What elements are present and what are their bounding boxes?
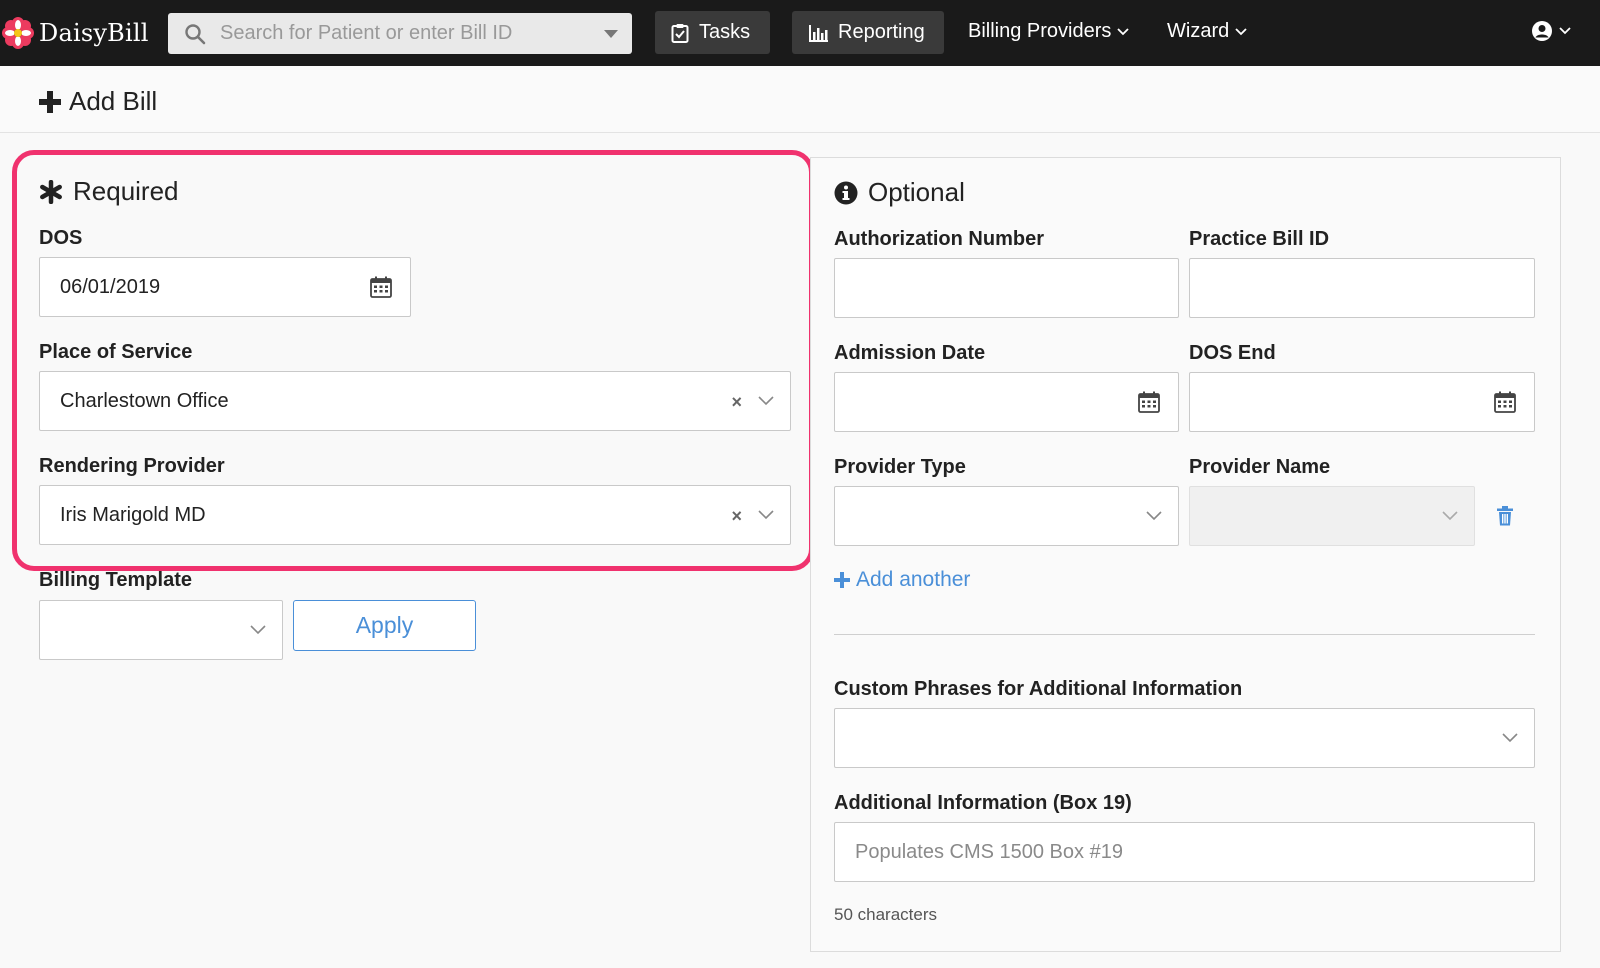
search-icon: [185, 23, 206, 44]
chevron-down-icon[interactable]: [1146, 511, 1162, 521]
reporting-label: Reporting: [838, 21, 925, 43]
chevron-down-icon: [1117, 27, 1130, 35]
provider-type-select[interactable]: [834, 486, 1179, 546]
user-menu[interactable]: [1531, 20, 1571, 42]
clipboard-icon: [671, 23, 689, 43]
dos-value: 06/01/2019: [60, 275, 161, 298]
plus-icon: [834, 572, 850, 588]
calendar-icon[interactable]: [370, 276, 392, 298]
asterisk-icon: [40, 179, 62, 204]
required-title-text: Required: [73, 176, 179, 206]
add-another-link[interactable]: Add another: [834, 568, 970, 592]
page-title-text: Add Bill: [69, 86, 158, 116]
authorization-number-input[interactable]: [834, 258, 1179, 318]
admission-date-label: Admission Date: [834, 342, 986, 364]
provider-name-label: Provider Name: [1189, 456, 1331, 478]
additional-info-input[interactable]: [855, 840, 1495, 864]
wizard-label: Wizard: [1167, 20, 1230, 42]
clear-icon[interactable]: ×: [731, 392, 742, 413]
custom-phrases-select[interactable]: [834, 708, 1535, 768]
page-header: Add Bill: [0, 66, 1600, 133]
user-icon: [1532, 21, 1552, 41]
dos-label: DOS: [39, 227, 83, 249]
optional-title-text: Optional: [868, 177, 965, 207]
additional-info-field[interactable]: [834, 822, 1535, 882]
additional-info-label: Additional Information (Box 19): [834, 792, 1132, 814]
required-title: Required: [39, 176, 179, 207]
reporting-button[interactable]: Reporting: [792, 11, 944, 54]
rendering-provider-value: Iris Marigold MD: [60, 503, 206, 526]
provider-name-select[interactable]: [1189, 486, 1475, 546]
trash-icon[interactable]: [1497, 506, 1513, 526]
clear-icon[interactable]: ×: [731, 506, 742, 527]
rendering-provider-label: Rendering Provider: [39, 455, 225, 477]
authorization-number-label: Authorization Number: [834, 228, 1044, 250]
billing-template-label: Billing Template: [39, 569, 192, 591]
chevron-down-icon[interactable]: [1442, 511, 1458, 521]
chevron-down-icon[interactable]: [250, 625, 266, 635]
place-of-service-value: Charlestown Office: [60, 389, 229, 412]
search-input[interactable]: [220, 22, 580, 45]
billing-providers-label: Billing Providers: [968, 20, 1112, 42]
calendar-icon[interactable]: [1138, 391, 1160, 413]
place-of-service-select[interactable]: Charlestown Office ×: [39, 371, 791, 431]
info-icon: [834, 181, 858, 204]
chevron-down-icon: [1559, 27, 1571, 35]
bar-chart-icon: [809, 24, 828, 42]
char-count: 50 characters: [834, 905, 937, 924]
practice-bill-id-label: Practice Bill ID: [1189, 228, 1330, 250]
admission-date-input[interactable]: [834, 372, 1179, 432]
page-title: Add Bill: [39, 86, 157, 117]
chevron-down-icon[interactable]: [758, 510, 774, 520]
dos-end-input[interactable]: [1189, 372, 1535, 432]
dos-field[interactable]: 06/01/2019: [39, 257, 411, 317]
add-another-label: Add another: [856, 568, 971, 591]
dos-end-label: DOS End: [1189, 342, 1276, 364]
custom-phrases-label: Custom Phrases for Additional Informatio…: [834, 678, 1243, 700]
daisy-logo-icon: [2, 17, 34, 49]
brand-name: DaisyBill: [39, 19, 149, 47]
tasks-label: Tasks: [699, 21, 751, 43]
billing-providers-menu[interactable]: Billing Providers: [968, 20, 1130, 43]
apply-button[interactable]: Apply: [293, 600, 476, 651]
chevron-down-icon[interactable]: [758, 396, 774, 406]
optional-title: Optional: [834, 177, 965, 208]
calendar-icon[interactable]: [1494, 391, 1516, 413]
tasks-button[interactable]: Tasks: [655, 11, 770, 54]
provider-type-label: Provider Type: [834, 456, 966, 478]
plus-icon: [39, 90, 61, 113]
patient-search[interactable]: [168, 13, 632, 54]
billing-template-select[interactable]: [39, 600, 283, 660]
wizard-menu[interactable]: Wizard: [1167, 20, 1247, 43]
search-dropdown-caret-icon[interactable]: [604, 30, 618, 38]
place-of-service-label: Place of Service: [39, 341, 193, 363]
rendering-provider-select[interactable]: Iris Marigold MD ×: [39, 485, 791, 545]
brand-logo[interactable]: DaisyBill: [2, 14, 149, 52]
chevron-down-icon: [1235, 27, 1247, 35]
practice-bill-id-input[interactable]: [1189, 258, 1535, 318]
chevron-down-icon[interactable]: [1502, 733, 1518, 743]
section-divider: [834, 634, 1535, 635]
top-navbar: DaisyBill Tasks Reporting Billing Provid…: [0, 0, 1600, 66]
